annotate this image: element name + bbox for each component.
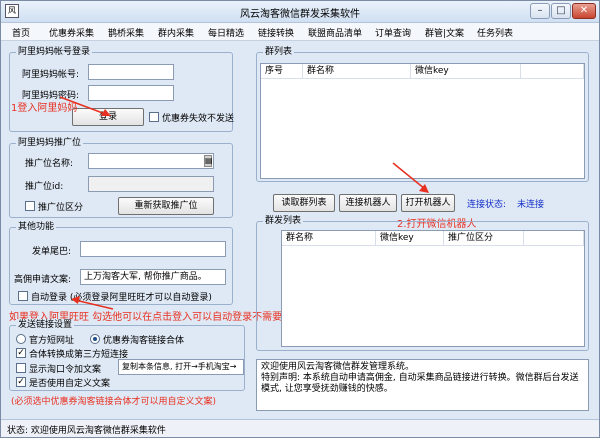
combo-third-label: 合体转换成第三方短连接: [29, 350, 129, 360]
copy-input[interactable]: 上万淘客大军, 帮你推广商品。: [80, 269, 226, 285]
group-list-title: 群列表: [263, 46, 295, 58]
send-col-extra: [524, 231, 584, 246]
menu-task-list[interactable]: 任务列表: [477, 26, 513, 39]
group-col-key[interactable]: 微信key: [411, 64, 521, 79]
coupon-expire-checkbox[interactable]: [149, 112, 159, 122]
send-col-key[interactable]: 微信key: [376, 231, 444, 246]
coupon-combo-label: 优惠券淘客链接合体: [103, 336, 185, 346]
status-text: 状态: 欢迎使用风云淘客微信群采集软件: [7, 426, 166, 436]
window-title: 风云淘客微信群发采集软件: [240, 9, 360, 20]
ad-slot-group-title: 阿里妈妈推广位: [16, 137, 84, 149]
custom-copy-annotation: (必须选中优惠券淘客链接合体才可以用自定义文案): [11, 397, 217, 407]
account-input[interactable]: [88, 64, 174, 80]
log-textarea[interactable]: 欢迎使用风云淘客微信群发管理系统。 特别声明: 本系统自动申请高佣金, 自动采集…: [256, 359, 589, 411]
send-col-slot[interactable]: 推广位区分: [444, 231, 524, 246]
ad-slot-id-input[interactable]: [88, 176, 214, 192]
custom-copy-label: 是否使用自定义文案: [29, 379, 111, 389]
menu-group-collect[interactable]: 群内采集: [158, 26, 194, 39]
group-col-extra: [521, 64, 584, 79]
tail-input[interactable]: [80, 241, 226, 257]
send-list-title: 群发列表: [263, 215, 304, 227]
refetch-ad-slot-button[interactable]: 重新获取推广位: [118, 197, 214, 215]
ad-slot-name-select[interactable]: [88, 153, 214, 169]
combo-third-checkbox[interactable]: ✓: [16, 348, 26, 358]
auto-login-label: 自动登录 (必须登录阿里旺旺才可以自动登录): [31, 293, 212, 303]
group-col-index[interactable]: 序号: [261, 64, 303, 79]
send-list-table[interactable]: 群名称 微信key 推广位区分: [281, 230, 585, 347]
connection-status-label: 连接状态:: [467, 200, 507, 210]
send-group: 发送链接设置 官方短网址 优惠券淘客链接合体 ✓ 合体转换成第三方短连接 显示淘…: [9, 319, 245, 391]
account-group-title: 阿里妈妈帐号登录: [16, 46, 93, 58]
ad-slot-distinguish-checkbox[interactable]: [25, 201, 35, 211]
menu-link-convert[interactable]: 链接转换: [258, 26, 294, 39]
menu-bar: 首页 优惠券采集 鹊桥采集 群内采集 每日精选 链接转换 联盟商品清单 订单查询…: [1, 23, 599, 41]
official-shortlink-label: 官方短网址: [29, 336, 75, 346]
menu-coupon-collect[interactable]: 优惠券采集: [49, 26, 94, 39]
send-list-box: 群发列表 群名称 微信key 推广位区分: [256, 215, 589, 351]
menu-queqiao-collect[interactable]: 鹊桥采集: [108, 26, 144, 39]
group-col-name[interactable]: 群名称: [303, 64, 411, 79]
log-line: 特别声明: 本系统自动申请高佣金, 自动采集商品链接进行转换。微信群后台发送模式…: [261, 373, 579, 394]
show-taopwd-label: 显示淘口令加文案: [29, 365, 102, 375]
ad-slot-id-label: 推广位id:: [25, 182, 64, 192]
coupon-combo-radio[interactable]: [90, 334, 100, 344]
taopwd-input[interactable]: 复制本条信息, 打开→手机淘宝→: [118, 359, 244, 375]
official-shortlink-radio[interactable]: [16, 334, 26, 344]
read-groups-button[interactable]: 读取群列表: [273, 194, 335, 212]
connection-status-value: 未连接: [517, 200, 545, 210]
other-group: 其他功能 发单尾巴: 高佣申请文案: 上万淘客大军, 帮你推广商品。 自动登录 …: [9, 221, 233, 305]
login-arrow-icon: [59, 96, 111, 116]
menu-home[interactable]: 首页: [12, 26, 30, 39]
status-bar: 状态: 欢迎使用风云淘客微信群采集软件: [1, 419, 599, 437]
auto-login-checkbox[interactable]: [18, 291, 28, 301]
ad-slot-distinguish-label: 推广位区分: [38, 203, 84, 213]
app-window: 风 风云淘客微信群发采集软件 – □ ✕ 首页 优惠券采集 鹊桥采集 群内采集 …: [0, 0, 600, 438]
close-button[interactable]: ✕: [572, 3, 596, 19]
tail-label: 发单尾巴:: [32, 247, 72, 257]
menu-group-copy[interactable]: 群管|文案: [425, 26, 464, 39]
copy-label: 高佣申请文案:: [14, 275, 72, 285]
account-group: 阿里妈妈帐号登录 阿里妈妈帐号: 阿里妈妈密码: 登录 优惠券失效不发送: [9, 46, 235, 132]
coupon-expire-label: 优惠券失效不发送: [162, 114, 235, 124]
menu-daily-picks[interactable]: 每日精选: [208, 26, 244, 39]
title-bar: 风 风云淘客微信群发采集软件 – □ ✕: [1, 1, 599, 23]
send-group-title: 发送链接设置: [16, 319, 75, 331]
custom-copy-checkbox[interactable]: ✓: [16, 377, 26, 387]
dropdown-icon[interactable]: ▤: [204, 155, 213, 167]
log-line: 欢迎使用风云淘客微信群发管理系统。: [261, 362, 415, 372]
minimize-button[interactable]: –: [530, 3, 550, 19]
send-col-name[interactable]: 群名称: [282, 231, 376, 246]
show-taopwd-checkbox[interactable]: [16, 363, 26, 373]
menu-order-query[interactable]: 订单查询: [375, 26, 411, 39]
menu-product-list[interactable]: 联盟商品清单: [308, 26, 362, 39]
maximize-button[interactable]: □: [551, 3, 571, 19]
ad-slot-group: 阿里妈妈推广位 推广位名称: ▤ 推广位id: 推广位区分 重新获取推广位: [9, 137, 233, 218]
other-group-title: 其他功能: [16, 221, 57, 233]
account-label: 阿里妈妈帐号:: [22, 70, 80, 80]
robot-arrow-icon: [392, 162, 429, 193]
ad-slot-name-label: 推广位名称:: [25, 159, 74, 169]
